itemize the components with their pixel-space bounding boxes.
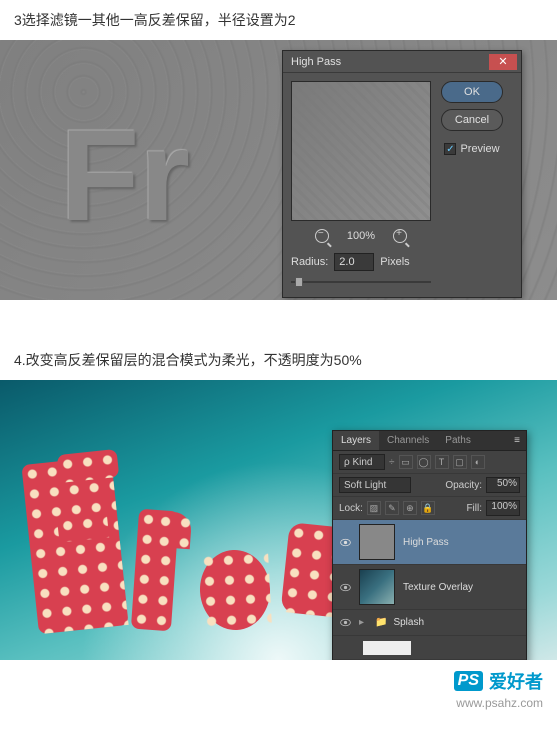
radius-unit: Pixels xyxy=(380,256,409,268)
visibility-icon[interactable] xyxy=(337,534,353,550)
watermark: PS 爱好者 www.psahz.com xyxy=(0,660,557,724)
layer-row-texture[interactable]: Texture Overlay xyxy=(333,565,526,610)
lock-label: Lock: xyxy=(339,503,363,514)
letter-o xyxy=(198,548,272,632)
filter-shape-icon[interactable]: ▢ xyxy=(453,455,467,469)
letter-F-arm2 xyxy=(57,511,109,542)
letter-r-arc xyxy=(154,511,192,549)
lock-position-icon[interactable]: ⊕ xyxy=(403,501,417,515)
layer-thumbnail[interactable] xyxy=(359,524,395,560)
tab-paths[interactable]: Paths xyxy=(437,431,479,450)
panel-menu-icon[interactable]: ≡ xyxy=(508,431,526,450)
letter-F xyxy=(21,456,128,634)
blend-mode-select[interactable]: Soft Light xyxy=(339,477,411,493)
layer-row-splash-group[interactable]: ▸ 📁 Splash xyxy=(333,610,526,636)
step-1-text: 3选择滤镜一其他一高反差保留，半径设置为2 xyxy=(0,0,557,40)
close-icon[interactable]: ✕ xyxy=(489,54,517,70)
layer-name[interactable]: Texture Overlay xyxy=(403,582,473,593)
layer-row-highpass[interactable]: High Pass xyxy=(333,520,526,565)
preview-thumbnail[interactable] xyxy=(291,81,431,221)
slider-thumb[interactable] xyxy=(295,277,303,287)
visibility-icon[interactable] xyxy=(337,615,353,631)
expand-arrow-icon[interactable]: ▸ xyxy=(359,617,371,628)
high-pass-dialog: High Pass ✕ 100% Radius: Pixels xyxy=(282,50,522,298)
step-1-image: Fr High Pass ✕ 100% Radius: Pixels xyxy=(0,40,557,300)
radius-input[interactable] xyxy=(334,253,374,271)
opacity-label: Opacity: xyxy=(445,480,482,491)
zoom-out-icon[interactable] xyxy=(315,229,329,243)
layers-panel: Layers Channels Paths ≡ ρ Kind ÷ ▭ ◯ T ▢… xyxy=(332,430,527,660)
cancel-button[interactable]: Cancel xyxy=(441,109,503,131)
filter-adjust-icon[interactable]: ◯ xyxy=(417,455,431,469)
layer-name[interactable]: Splash xyxy=(393,617,424,628)
preview-checkbox-label: Preview xyxy=(460,143,499,155)
kind-select[interactable]: ρ Kind xyxy=(339,454,385,470)
radius-slider[interactable] xyxy=(291,275,431,289)
zoom-percent: 100% xyxy=(347,230,375,242)
filter-smart-icon[interactable]: ◐ xyxy=(471,455,485,469)
watermark-ps-logo: PS xyxy=(454,671,483,691)
watermark-brand: 爱好者 xyxy=(489,668,543,694)
emboss-letter-f: Fr xyxy=(60,100,190,250)
layer-name[interactable]: High Pass xyxy=(403,537,449,548)
folder-icon: 📁 xyxy=(375,617,387,628)
layer-thumbnail-small xyxy=(363,641,411,655)
layer-thumbnail[interactable] xyxy=(359,569,395,605)
filter-type-icon[interactable]: T xyxy=(435,455,449,469)
layer-row-extra[interactable] xyxy=(333,636,526,660)
preview-checkbox[interactable]: ✓ xyxy=(444,143,456,155)
step-2-text: 4.改变高反差保留层的混合模式为柔光，不透明度为50% xyxy=(0,340,557,380)
zoom-in-icon[interactable] xyxy=(393,229,407,243)
lock-all-icon[interactable]: 🔒 xyxy=(421,501,435,515)
dialog-titlebar[interactable]: High Pass ✕ xyxy=(283,51,521,73)
dialog-title: High Pass xyxy=(287,56,341,68)
filter-pixel-icon[interactable]: ▭ xyxy=(399,455,413,469)
tab-layers[interactable]: Layers xyxy=(333,431,379,450)
step-2-image: Layers Channels Paths ≡ ρ Kind ÷ ▭ ◯ T ▢… xyxy=(0,380,557,660)
ok-button[interactable]: OK xyxy=(441,81,503,103)
fill-label: Fill: xyxy=(466,503,482,514)
opacity-input[interactable]: 50% xyxy=(486,477,520,493)
radius-label: Radius: xyxy=(291,256,328,268)
tab-channels[interactable]: Channels xyxy=(379,431,437,450)
watermark-url: www.psahz.com xyxy=(14,696,543,710)
lock-transparent-icon[interactable]: ▨ xyxy=(367,501,381,515)
lock-pixels-icon[interactable]: ✎ xyxy=(385,501,399,515)
visibility-icon[interactable] xyxy=(337,579,353,595)
fill-input[interactable]: 100% xyxy=(486,500,520,516)
